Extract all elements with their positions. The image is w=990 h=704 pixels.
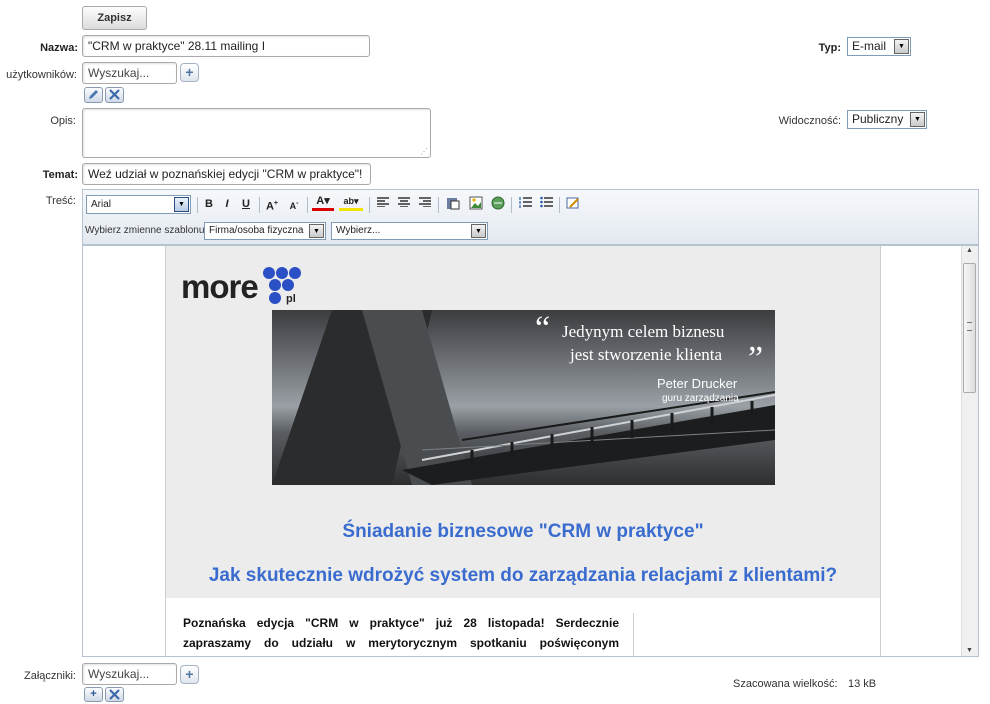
users-label: użytkowników: (6, 69, 77, 81)
email-body: Poznańska edycja "CRM w praktyce" już 28… (166, 598, 880, 656)
toolbar-separator (438, 197, 439, 213)
font-select-value: Arial (91, 199, 112, 210)
highlight-color-icon[interactable]: ab▾ (339, 195, 363, 211)
font-select[interactable]: Arial ▼ (86, 195, 191, 214)
name-field[interactable]: "CRM w praktyce" 28.11 mailing I (82, 35, 370, 57)
toolbar-separator (259, 197, 260, 213)
add-attachment-small-button[interactable]: + (84, 687, 103, 702)
visibility-label: Widoczność: (778, 115, 841, 127)
users-search-input[interactable]: Wyszukaj... (82, 62, 177, 84)
attachments-label: Załączniki: (24, 670, 76, 682)
add-user-button[interactable]: + (180, 63, 199, 82)
edit-users-button[interactable] (84, 87, 103, 103)
toolbar-separator (307, 197, 308, 213)
pencil-icon (89, 90, 98, 99)
quote-line1: Jedynym celem biznesu (562, 322, 725, 341)
close-icon (109, 89, 120, 100)
type-label: Typ: (818, 42, 841, 54)
paste-icon[interactable] (445, 196, 461, 212)
plus-icon: + (185, 64, 194, 80)
editor-scrollbar[interactable]: ▲ ▼ (961, 246, 978, 656)
scroll-down-icon[interactable]: ▼ (966, 647, 973, 654)
quote-author: Peter Drucker (657, 376, 738, 391)
email-heading-1: Śniadanie biznesowe "CRM w praktyce" (342, 521, 704, 542)
logo-suffix: pl (286, 293, 296, 305)
size-value: 13 kB (848, 678, 877, 690)
quote-author-role: guru zarządzania (662, 393, 739, 404)
type-select-value: E-mail (852, 39, 887, 53)
align-right-icon[interactable] (417, 196, 433, 212)
toolbar-separator (197, 197, 198, 213)
align-center-icon[interactable] (396, 196, 412, 212)
content-editor[interactable]: more pl “ Jedynym celem biznesu jest stw… (82, 245, 979, 657)
subject-field[interactable]: Weź udział w poznańskiej edycji "CRM w p… (82, 163, 371, 185)
entity-select[interactable]: Firma/osoba fizyczna ▼ (204, 222, 326, 240)
logo-text: more (181, 268, 259, 305)
add-attachment-button[interactable]: + (180, 665, 199, 684)
quote-close: ” (748, 340, 764, 377)
logo-dots-icon (263, 267, 301, 304)
clear-users-button[interactable] (105, 87, 124, 103)
email-body-line: Poznańska edycja "CRM w praktyce" już 28… (183, 616, 619, 630)
bullet-list-icon[interactable] (538, 196, 554, 212)
font-color-icon[interactable]: A▾ (312, 195, 334, 211)
type-select[interactable]: E-mail ▼ (847, 37, 911, 56)
bold-icon[interactable]: B (201, 196, 217, 212)
font-size-increase-icon[interactable]: A+ (264, 196, 280, 213)
chevron-down-icon[interactable]: ▼ (471, 224, 486, 238)
scroll-up-icon[interactable]: ▲ (966, 247, 973, 254)
template-field-select-value: Wybierz... (336, 225, 381, 236)
size-label: Szacowana wielkość: (733, 678, 838, 690)
quote-line2: jest stworzenie klienta (570, 345, 723, 364)
plus-icon: + (185, 666, 194, 682)
scroll-thumb[interactable] (963, 263, 976, 393)
template-vars-label: Wybierz zmienne szablonu (85, 225, 205, 236)
email-template: more pl “ Jedynym celem biznesu jest stw… (165, 246, 881, 656)
banner-image: “ Jedynym celem biznesu jest stworzenie … (272, 310, 775, 485)
clear-attachments-button[interactable] (105, 687, 124, 702)
email-heading-2: Jak skutecznie wdrożyć system do zarządz… (208, 565, 838, 586)
attachments-search-input[interactable]: Wyszukaj... (82, 663, 177, 685)
name-label: Nazwa: (40, 42, 78, 54)
close-icon (109, 689, 120, 700)
font-size-decrease-icon[interactable]: A- (286, 196, 302, 212)
chevron-down-icon[interactable]: ▼ (894, 39, 909, 54)
numbered-list-icon[interactable] (517, 196, 533, 212)
image-icon[interactable] (468, 196, 484, 212)
toolbar-separator (559, 197, 560, 213)
plus-icon: + (90, 688, 97, 700)
chevron-down-icon[interactable]: ▼ (910, 112, 925, 127)
template-field-select[interactable]: Wybierz... ▼ (331, 222, 488, 240)
email-body-divider (633, 613, 634, 656)
underline-icon[interactable]: U (238, 196, 254, 212)
email-body-line: zapraszamy do udziału w merytorycznym sp… (183, 636, 619, 650)
save-button[interactable]: Zapisz (82, 6, 147, 30)
editor-toolbar: Arial ▼ B I U A+ A- A▾ ab▾ Wybierz zmien… (82, 189, 979, 245)
desc-label: Opis: (50, 115, 76, 127)
resize-handle-icon[interactable]: ⋰ (420, 148, 428, 156)
email-body-text: Poznańska edycja "CRM w praktyce" już 28… (183, 613, 619, 653)
visibility-select-value: Publiczny (852, 112, 904, 126)
chevron-down-icon[interactable]: ▼ (309, 224, 324, 238)
visibility-select[interactable]: Publiczny ▼ (847, 110, 927, 129)
toolbar-separator (511, 197, 512, 213)
toolbar-separator (369, 197, 370, 213)
italic-icon[interactable]: I (219, 196, 235, 212)
align-left-icon[interactable] (375, 196, 391, 212)
logo: more pl (181, 266, 311, 311)
quote-open: “ (535, 310, 551, 347)
source-edit-icon[interactable] (565, 196, 581, 212)
chevron-down-icon[interactable]: ▼ (174, 197, 189, 212)
scroll-grip-icon (967, 322, 972, 331)
entity-select-value: Firma/osoba fizyczna (209, 225, 304, 236)
link-icon[interactable] (490, 196, 506, 212)
subject-label: Temat: (42, 169, 78, 181)
description-textarea[interactable]: ⋰ (82, 108, 431, 158)
content-label: Treść: (45, 195, 76, 207)
